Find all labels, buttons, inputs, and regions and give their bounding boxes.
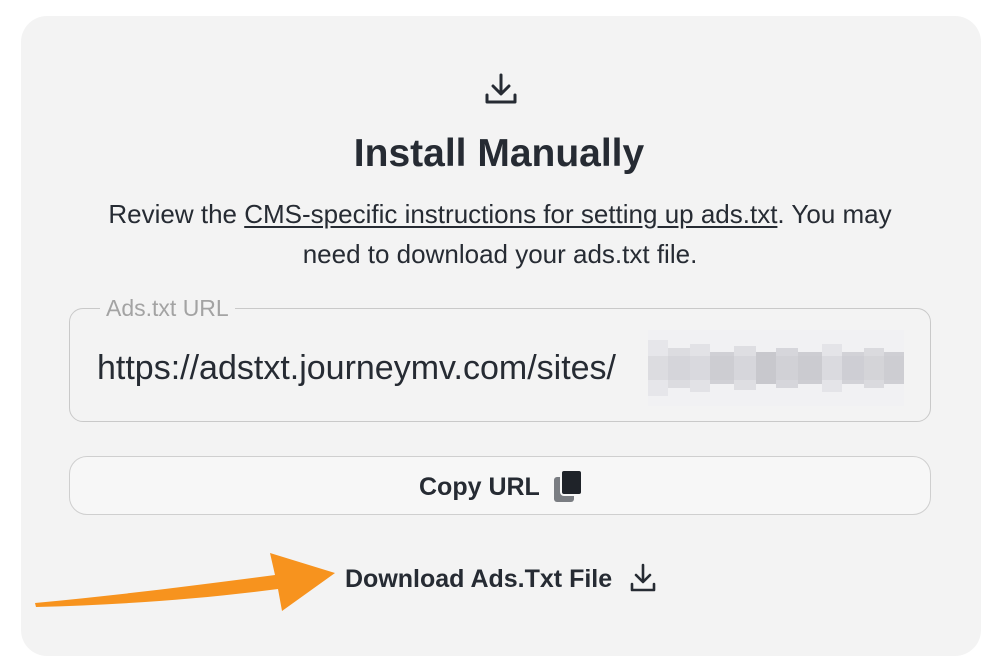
description-text-before: Review the [108, 199, 245, 229]
copy-url-label: Copy URL [419, 473, 540, 501]
redacted-url-segment [648, 330, 904, 406]
url-field-label: Ads.txt URL [100, 293, 235, 323]
page: Install Manually Review the CMS-specific… [0, 0, 998, 668]
download-icon [630, 563, 656, 592]
panel-title: Install Manually [353, 132, 645, 175]
copy-icon [554, 469, 583, 502]
url-field-value[interactable]: https://adstxt.journeymv.com/sites/ [97, 344, 652, 392]
panel-description: Review the CMS-specific instructions for… [80, 194, 920, 274]
cms-instructions-link[interactable]: CMS-specific instructions for setting up… [244, 199, 777, 229]
download-ads-txt-label: Download Ads.Txt File [345, 565, 613, 593]
annotation-arrow [35, 553, 335, 611]
download-icon [485, 73, 517, 104]
